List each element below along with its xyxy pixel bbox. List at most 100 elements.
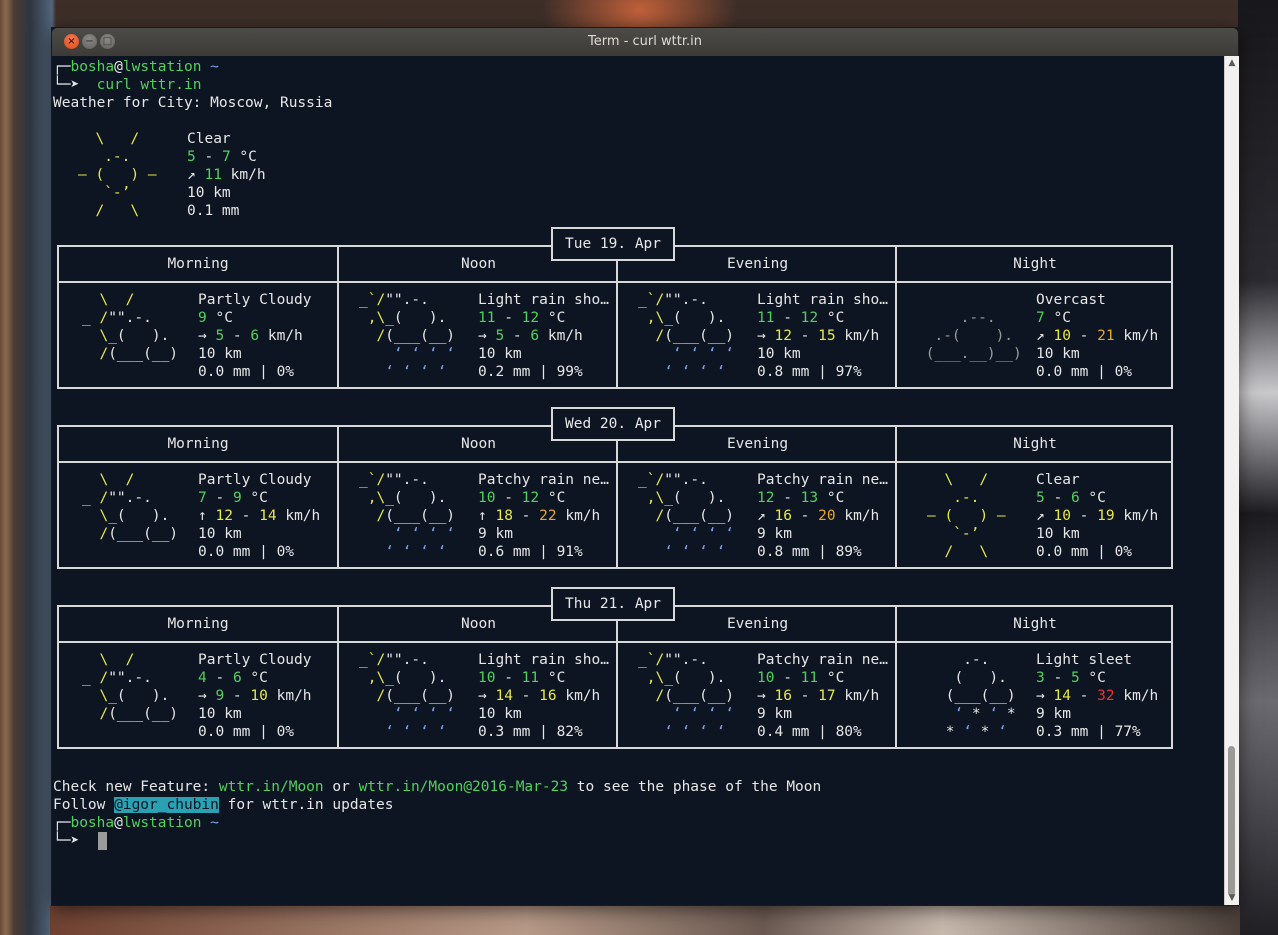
slot-visibility: 10 km [198,346,242,362]
rain-shower-icon: _`/"".-. ,\_( ). /(___(__) ‘ ‘ ‘ ‘ ‘ ‘ ‘… [359,472,456,560]
forecast-slot-evening: Evening _`/"".-. ,\_( ). /(___(__) ‘ ‘ ‘ … [616,247,897,387]
window-title: Term - curl wttr.in [588,34,702,49]
forecast-slot-noon: Noon _`/"".-. ,\_( ). /(___(__) ‘ ‘ ‘ ‘ ‘… [337,427,618,567]
moon-date-link[interactable]: wttr.in/Moon@2016-Mar-23 [359,779,569,795]
overcast-icon: .--. .-( ). (___.__)__) [917,310,1022,362]
forecast-slot-evening: Evening _`/"".-. ,\_( ). /(___(__) ‘ ‘ ‘ … [616,607,897,747]
current-wind: ↗ 11 km/h [187,167,266,183]
rain-shower-icon: _`/"".-. ,\_( ). /(___(__) ‘ ‘ ‘ ‘ ‘ ‘ ‘… [638,652,735,740]
rain-shower-icon: _`/"".-. ,\_( ). /(___(__) ‘ ‘ ‘ ‘ ‘ ‘ ‘… [359,652,456,740]
slot-condition: Light rain sho… [478,292,609,308]
sun-icon: \ / .-. ― ( ) ― `-’ / \ [78,131,157,219]
terminal-output[interactable]: ┌─bosha@lwstation ~ └─➤ curl wttr.in Wea… [52,56,1224,905]
current-visibility: 10 km [187,185,231,201]
rain-shower-icon: _`/"".-. ,\_( ). /(___(__) ‘ ‘ ‘ ‘ ‘ ‘ ‘… [359,292,456,380]
slot-condition: Partly Cloudy [198,472,312,488]
slot-precipitation: 0.4 mm | 80% [757,724,862,740]
slot-name: Night [1013,256,1057,272]
slot-precipitation: 0.8 mm | 97% [757,364,862,380]
slot-precipitation: 0.0 mm | 0% [198,544,295,560]
slot-temperature: 9 °C [198,310,233,326]
forecast-date-label: Tue 19. Apr [551,227,675,261]
forecast-slot-noon: Noon _`/"".-. ,\_( ). /(___(__) ‘ ‘ ‘ ‘ ‘… [337,247,618,387]
partly-cloudy-icon: \ / _ /"".-. \_( ). /(___(__) [82,652,179,722]
slot-visibility: 10 km [1036,526,1080,542]
desktop-wallpaper-bottom [50,905,1240,935]
slot-condition: Partly Cloudy [198,292,312,308]
slot-visibility: 9 km [757,526,792,542]
slot-wind: → 5 - 6 km/h [198,328,303,344]
slot-visibility: 10 km [1036,346,1080,362]
slot-details: Light sleet 3 - 5 °C → 14 - 32 km/h 9 km… [1036,651,1158,741]
slot-wind: → 16 - 17 km/h [757,688,880,704]
current-precipitation: 0.1 mm [187,203,240,219]
rain-shower-icon: _`/"".-. ,\_( ). /(___(__) ‘ ‘ ‘ ‘ ‘ ‘ ‘… [638,292,735,380]
slot-wind: → 12 - 15 km/h [757,328,880,344]
slot-condition: Patchy rain ne… [757,652,888,668]
current-condition: Clear [187,131,231,147]
slot-name: Morning [167,616,229,632]
forecast-slot-morning: Morning \ / _ /"".-. \_( ). /(___(__) Par… [59,427,337,567]
forecast-slot-morning: Morning \ / _ /"".-. \_( ). /(___(__) Par… [59,247,337,387]
moon-link[interactable]: wttr.in/Moon [219,779,324,795]
scroll-down-icon[interactable]: ▼ [1225,891,1239,905]
slot-condition: Clear [1036,472,1080,488]
partly-cloudy-icon: \ / _ /"".-. \_( ). /(___(__) [82,292,179,362]
slot-details: Overcast 7 °C ↗ 10 - 21 km/h 10 km 0.0 m… [1036,291,1158,381]
slot-temperature: 12 - 13 °C [757,490,845,506]
forecast-slot-morning: Morning \ / _ /"".-. \_( ). /(___(__) Par… [59,607,337,747]
slot-temperature: 3 - 5 °C [1036,670,1106,686]
slot-details: Patchy rain ne… 10 - 12 °C ↑ 18 - 22 km/… [478,471,609,561]
title-bar[interactable]: × − □ Term - curl wttr.in [52,28,1238,56]
forecast-day-table: Morning \ / _ /"".-. \_( ). /(___(__) Par… [57,425,1173,569]
slot-precipitation: 0.3 mm | 77% [1036,724,1141,740]
slot-details: Partly Cloudy 4 - 6 °C → 9 - 10 km/h 10 … [198,651,312,741]
prompt-line-2: ┌─bosha@lwstation ~ [53,815,219,831]
forecast-day-table: Morning \ / _ /"".-. \_( ). /(___(__) Par… [57,605,1173,749]
slot-details: Light rain sho… 10 - 11 °C → 14 - 16 km/… [478,651,609,741]
slot-condition: Overcast [1036,292,1106,308]
slot-temperature: 7 °C [1036,310,1071,326]
text-cursor [98,832,107,850]
sleet-icon: .-. ( ). (___(__) ‘ * ‘ * * ‘ * ‘ [937,652,1016,740]
rain-shower-icon: _`/"".-. ,\_( ). /(___(__) ‘ ‘ ‘ ‘ ‘ ‘ ‘… [638,472,735,560]
slot-details: Partly Cloudy 7 - 9 °C ↑ 12 - 14 km/h 10… [198,471,320,561]
scroll-up-icon[interactable]: ▲ [1225,56,1239,70]
slot-temperature: 4 - 6 °C [198,670,268,686]
slot-name: Night [1013,616,1057,632]
forecast-date-label: Wed 20. Apr [551,407,675,441]
feature-notice: Check new Feature: wttr.in/Moon or wttr.… [53,779,822,795]
slot-details: Patchy rain ne… 10 - 11 °C → 16 - 17 km/… [757,651,888,741]
input-line[interactable]: └─➤ [53,832,79,850]
slot-details: Partly Cloudy 9 °C → 5 - 6 km/h 10 km 0.… [198,291,312,381]
forecast-date-label: Thu 21. Apr [551,587,675,621]
terminal-window: × − □ Term - curl wttr.in ┌─bosha@lwstat… [52,28,1239,905]
location-line: Weather for City: Moscow, Russia [53,95,333,111]
slot-precipitation: 0.0 mm | 0% [1036,364,1133,380]
sun-icon: \ / .-. ― ( ) ― `-’ / \ [927,472,1006,560]
scroll-thumb[interactable] [1228,746,1235,896]
forecast-day-table: Morning \ / _ /"".-. \_( ). /(___(__) Par… [57,245,1173,389]
forecast-slot-noon: Noon _`/"".-. ,\_( ). /(___(__) ‘ ‘ ‘ ‘ ‘… [337,607,618,747]
command-line: └─➤ curl wttr.in [53,77,202,93]
slot-visibility: 10 km [757,346,801,362]
scrollbar[interactable]: ▲ ▼ [1224,56,1239,905]
slot-temperature: 11 - 12 °C [757,310,845,326]
slot-precipitation: 0.0 mm | 0% [1036,544,1133,560]
twitter-handle-link[interactable]: @igor_chubin [114,797,219,813]
forecast-slot-night: Night .-. ( ). (___(__) ‘ * ‘ * * ‘ * ‘ L… [895,607,1173,747]
slot-precipitation: 0.2 mm | 99% [478,364,583,380]
slot-wind: → 14 - 16 km/h [478,688,601,704]
slot-condition: Patchy rain ne… [757,472,888,488]
slot-wind: ↗ 10 - 19 km/h [1036,508,1159,524]
slot-condition: Patchy rain ne… [478,472,609,488]
slot-condition: Light sleet [1036,652,1133,668]
slot-wind: ↗ 10 - 21 km/h [1036,328,1159,344]
slot-visibility: 10 km [198,706,242,722]
slot-details: Patchy rain ne… 12 - 13 °C ↗ 16 - 20 km/… [757,471,888,561]
slot-precipitation: 0.6 mm | 91% [478,544,583,560]
follow-notice: Follow @igor_chubin for wttr.in updates [53,797,394,813]
current-temp: 5 - 7 °C [187,149,257,165]
slot-condition: Partly Cloudy [198,652,312,668]
slot-precipitation: 0.0 mm | 0% [198,364,295,380]
